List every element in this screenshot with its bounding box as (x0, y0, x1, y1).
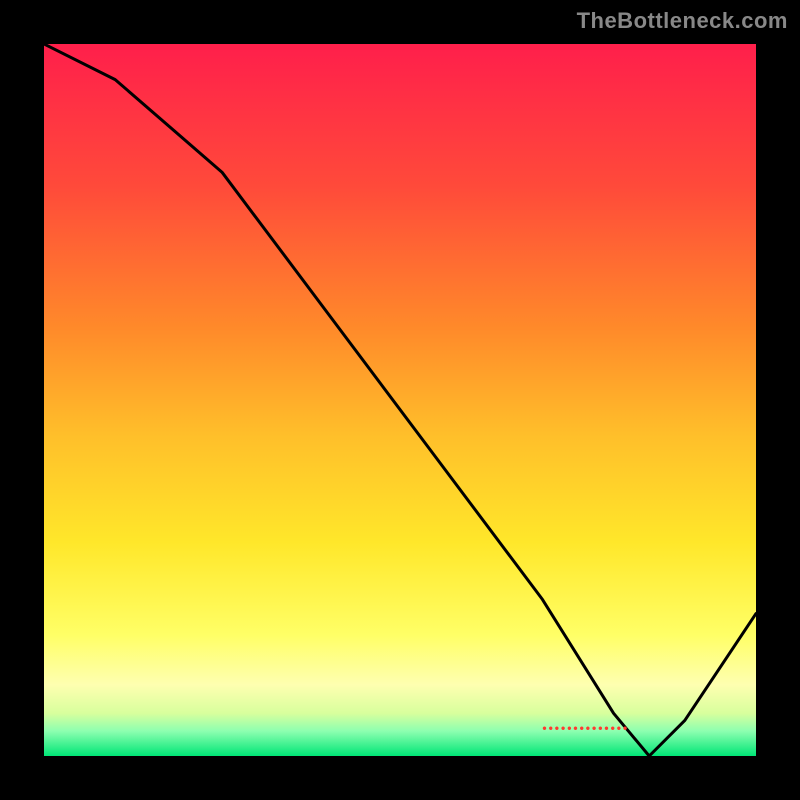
plot-area: •••••••••••••• (40, 40, 760, 760)
chart-wrap: TheBottleneck.com •••••••••••••• (0, 0, 800, 800)
marker-label: •••••••••••••• (542, 721, 629, 735)
watermark-text: TheBottleneck.com (577, 8, 788, 34)
data-curve (44, 44, 756, 756)
